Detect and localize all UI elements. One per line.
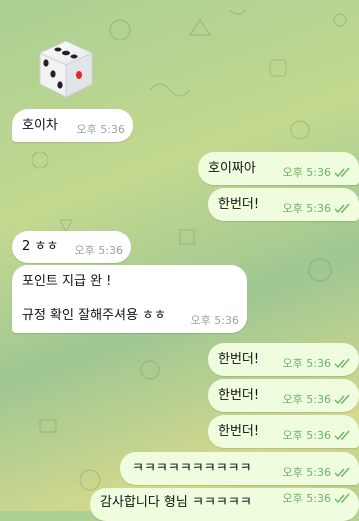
message-time: 오후 5:36: [282, 166, 331, 179]
message-incoming[interactable]: 호이차 오후 5:36: [12, 109, 133, 142]
message-meta: 오후 5:36: [191, 312, 239, 329]
double-check-icon: [334, 493, 350, 504]
message-time: 오후 5:36: [282, 202, 331, 215]
message-meta: 오후 5:36: [283, 427, 351, 444]
double-check-icon: [334, 467, 350, 478]
message-meta: 오후 5:36: [283, 355, 351, 372]
dice-icon[interactable]: [35, 38, 97, 100]
message-outgoing[interactable]: ㅋㅋㅋㅋㅋㅋㅋㅋㅋㅋ 오후 5:36: [120, 452, 359, 485]
message-time: 오후 5:36: [282, 466, 331, 479]
double-check-icon: [334, 358, 350, 369]
message-outgoing[interactable]: 한번더! 오후 5:36: [208, 415, 359, 448]
message-outgoing[interactable]: 호이짜아 오후 5:36: [198, 152, 359, 185]
message-outgoing[interactable]: 한번더! 오후 5:36: [208, 188, 359, 221]
double-check-icon: [334, 430, 350, 441]
message-meta: 오후 5:36: [283, 164, 351, 181]
message-meta: 오후 5:36: [283, 464, 351, 481]
double-check-icon: [334, 203, 350, 214]
message-time: 오후 5:36: [190, 314, 239, 327]
message-incoming[interactable]: 포인트 지급 완 ! 규정 확인 잘해주셔용 ㅎㅎ 오후 5:36: [12, 265, 247, 333]
message-time: 오후 5:36: [282, 429, 331, 442]
message-time: 오후 5:36: [282, 357, 331, 370]
message-time: 오후 5:36: [282, 492, 331, 505]
double-check-icon: [334, 394, 350, 405]
message-incoming[interactable]: 2 ㅎㅎ 오후 5:36: [12, 231, 131, 263]
message-time: 오후 5:36: [76, 123, 125, 136]
message-outgoing[interactable]: 감사합니다 형님 ㅋㅋㅋㅋㅋ 오후 5:36: [90, 488, 359, 521]
message-meta: 오후 5:36: [283, 200, 351, 217]
message-meta: 오후 5:36: [75, 242, 123, 259]
message-outgoing[interactable]: 한번더! 오후 5:36: [208, 343, 359, 376]
message-meta: 오후 5:36: [77, 121, 125, 138]
message-outgoing[interactable]: 한번더! 오후 5:36: [208, 379, 359, 412]
double-check-icon: [334, 167, 350, 178]
message-meta: 오후 5:36: [283, 391, 351, 408]
message-time: 오후 5:36: [282, 393, 331, 406]
message-meta: 오후 5:36: [283, 490, 351, 507]
message-time: 오후 5:36: [74, 244, 123, 257]
